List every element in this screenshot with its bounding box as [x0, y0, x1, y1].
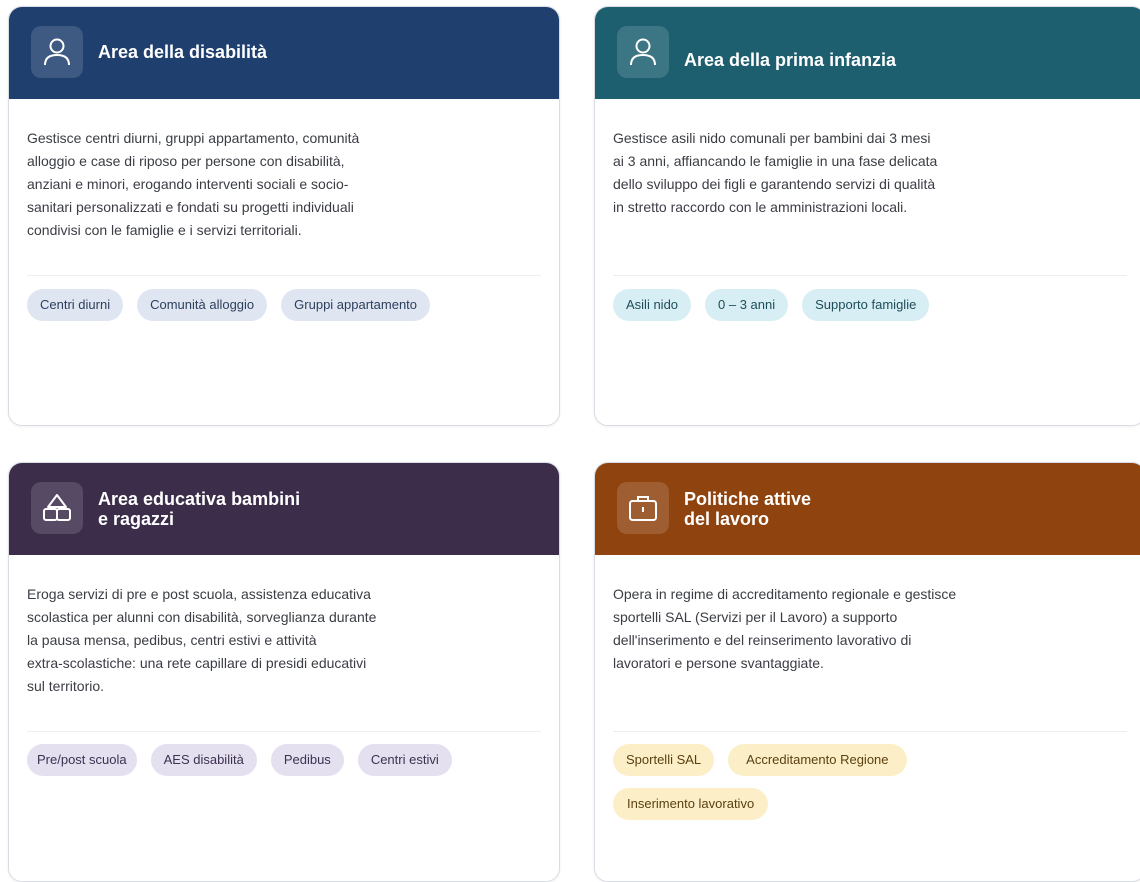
card-header: Area della prima infanzia — [595, 7, 1140, 99]
tag: Sportelli SAL — [613, 744, 715, 776]
card-area-educativa: Area educativa bambini e ragazzi Eroga s… — [8, 462, 560, 882]
card-description: Gestisce asili nido comunali per bambini… — [613, 130, 938, 215]
divider — [613, 275, 1127, 276]
card-title: Area della disabilità — [98, 42, 268, 62]
building-blocks-icon — [31, 482, 83, 534]
card-description: Eroga servizi di pre e post scuola, assi… — [27, 586, 377, 694]
card-header: Area della disabilità — [9, 7, 559, 99]
person-icon — [31, 26, 83, 78]
tag: Inserimento lavorativo — [613, 788, 769, 820]
divider — [27, 275, 541, 276]
card-header: Area educativa bambini e ragazzi — [9, 463, 559, 555]
card-title: Politiche attive del lavoro — [684, 489, 812, 529]
tag: Pre/post scuola — [27, 744, 137, 776]
divider — [27, 731, 541, 732]
tag: Asili nido — [613, 289, 692, 321]
tag: Accreditamento Regione — [728, 744, 907, 776]
briefcase-icon — [617, 482, 669, 534]
card-title: Area educativa bambini e ragazzi — [98, 489, 301, 529]
tag-list: Asili nido 0 – 3 anni Supporto famiglie — [613, 289, 1133, 321]
tag-list: Sportelli SAL Accreditamento Regione Ins… — [613, 744, 985, 820]
card-header: Politiche attive del lavoro — [595, 463, 1140, 555]
tag: 0 – 3 anni — [705, 289, 789, 321]
tag: Comunità alloggio — [137, 289, 268, 321]
card-area-prima-infanzia: Area della prima infanzia Gestisce asili… — [594, 6, 1140, 426]
card-area-disabilita: Area della disabilità Gestisce centri di… — [8, 6, 560, 426]
card-description: Gestisce centri diurni, gruppi appartame… — [27, 130, 360, 238]
tag: Pedibus — [270, 744, 344, 776]
card-title: Area della prima infanzia — [684, 50, 897, 70]
card-politiche-lavoro: Politiche attive del lavoro Opera in reg… — [594, 462, 1140, 882]
divider — [613, 731, 1127, 732]
tag-list: Pre/post scuola AES disabilità Pedibus C… — [27, 744, 547, 776]
person-icon — [617, 26, 669, 78]
tag: Centri diurni — [27, 289, 124, 321]
card-description: Opera in regime di accreditamento region… — [613, 586, 957, 671]
tag: Centri estivi — [357, 744, 452, 776]
tag: Gruppi appartamento — [281, 289, 431, 321]
tag: AES disabilità — [150, 744, 257, 776]
tag-list: Centri diurni Comunità alloggio Gruppi a… — [27, 289, 547, 321]
tag: Supporto famiglie — [802, 289, 930, 321]
